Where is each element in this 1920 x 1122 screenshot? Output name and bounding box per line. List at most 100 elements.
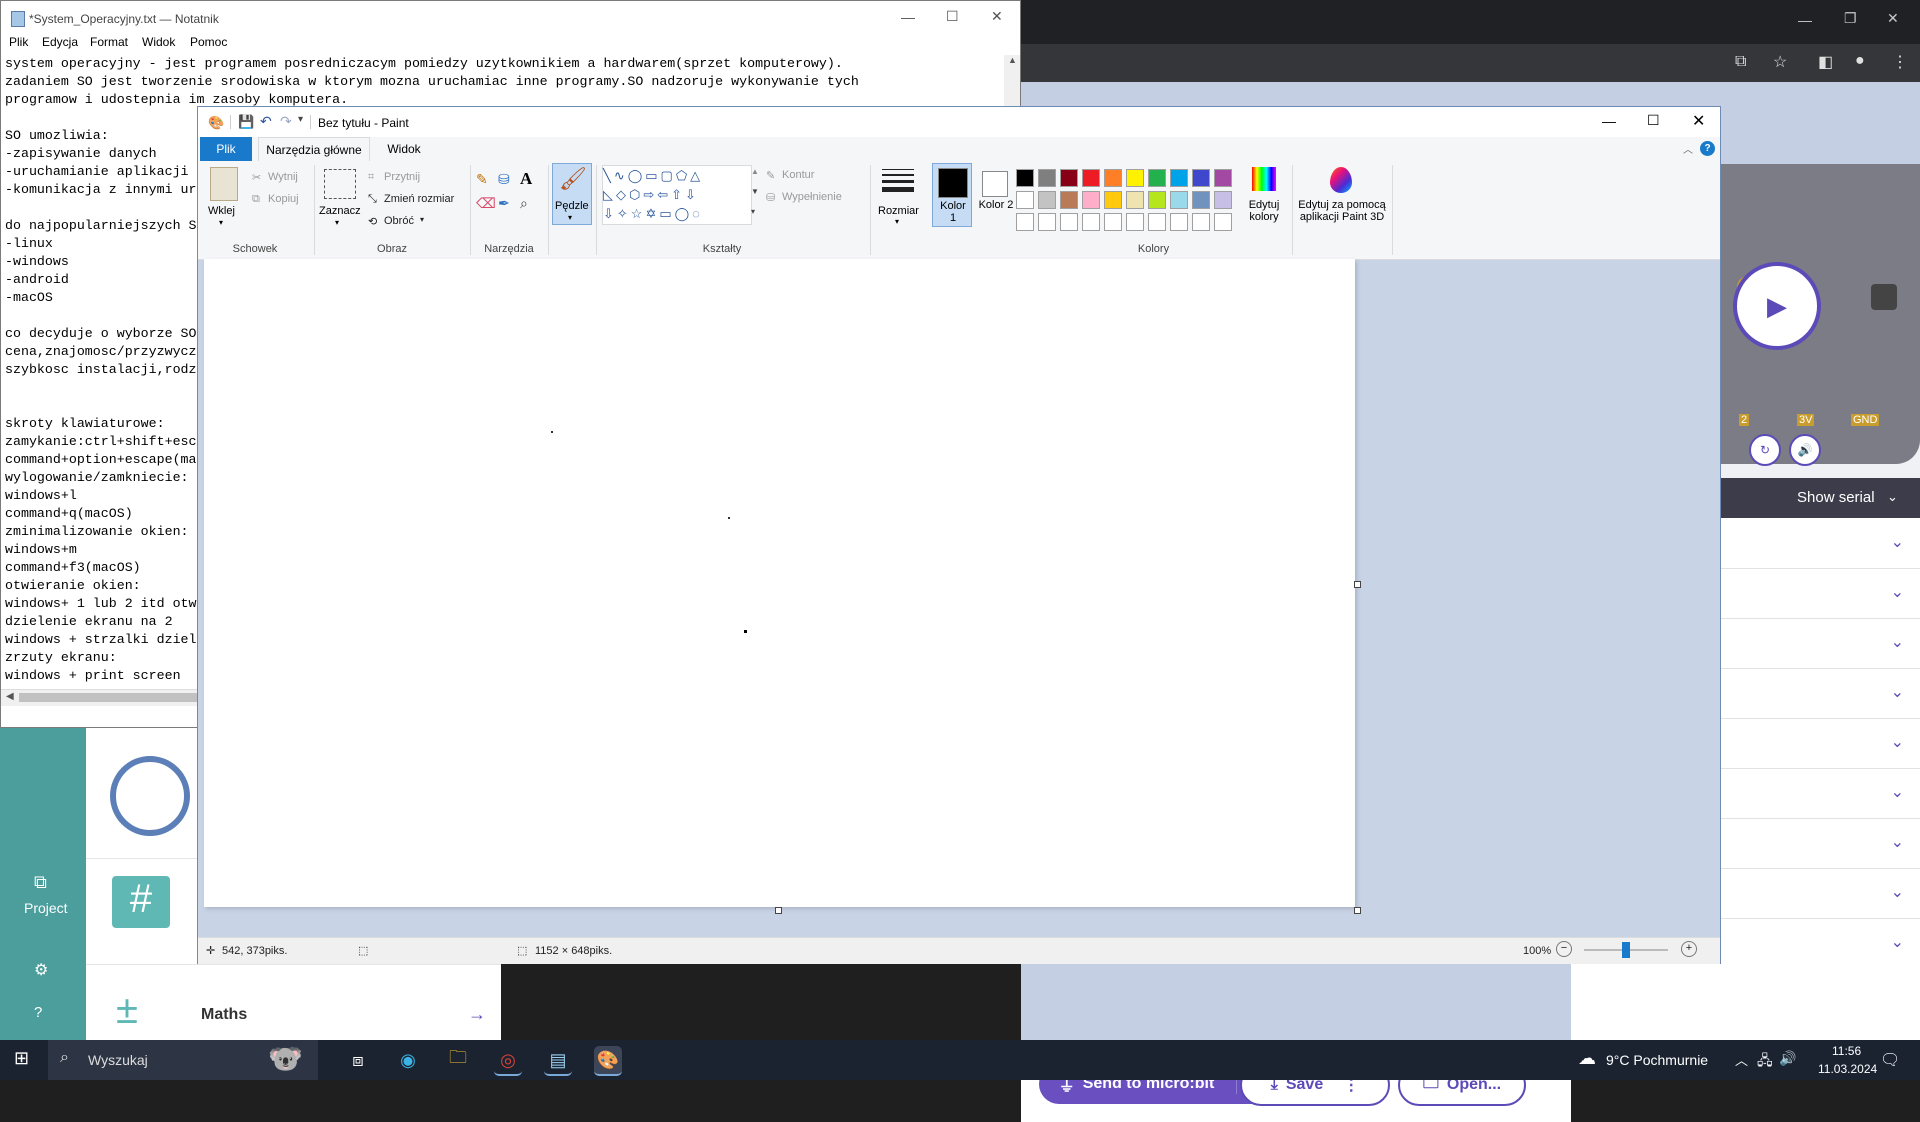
color-swatch[interactable] xyxy=(1082,169,1100,187)
resize-handle-right[interactable] xyxy=(1354,581,1361,588)
size-label[interactable]: Rozmiar xyxy=(878,205,919,217)
help-icon[interactable]: ? xyxy=(1700,141,1715,156)
maths-icon[interactable]: ± xyxy=(116,990,138,1030)
custom-color-slot[interactable] xyxy=(1104,213,1122,231)
paint-icon[interactable]: 🎨 xyxy=(594,1046,622,1076)
close-icon[interactable]: ✕ xyxy=(991,8,1003,25)
notepad-icon[interactable]: ▤ xyxy=(544,1046,572,1076)
color-swatch[interactable] xyxy=(1148,169,1166,187)
tab-narzedzia-glowne[interactable]: Narzędzia główne xyxy=(258,137,370,161)
minimize-icon[interactable]: — xyxy=(1602,113,1616,129)
color-swatch[interactable] xyxy=(1038,169,1056,187)
undo-icon[interactable]: ↶ xyxy=(260,113,272,130)
text-tool-icon[interactable]: A xyxy=(520,169,532,189)
project-icon[interactable]: ⧉ xyxy=(34,872,47,893)
hashtag-icon[interactable]: # xyxy=(112,876,170,928)
custom-color-slot[interactable] xyxy=(1170,213,1188,231)
task-view-icon[interactable]: ⧈ xyxy=(344,1046,372,1074)
quick-access-dropdown-icon[interactable]: ▾ xyxy=(298,114,303,125)
chrome-icon[interactable]: ◎ xyxy=(494,1046,522,1076)
scroll-up-icon[interactable]: ▲ xyxy=(751,167,759,176)
copy-label[interactable]: Kopiuj xyxy=(268,193,299,205)
loops-icon[interactable] xyxy=(110,756,190,836)
collapse-ribbon-icon[interactable]: ︿ xyxy=(1683,141,1693,156)
resize-handle-bottom[interactable] xyxy=(775,907,782,914)
chevron-down-icon[interactable]: ⌄ xyxy=(1891,782,1904,802)
color-swatch[interactable] xyxy=(1060,169,1078,187)
resize-icon[interactable]: ⤡ xyxy=(368,193,377,206)
custom-color-slot[interactable] xyxy=(1214,213,1232,231)
cut-label[interactable]: Wytnij xyxy=(268,171,298,183)
shapes-gallery[interactable]: ╲∿◯▭▢⬠△ ◺◇⬡⇨⇦⇧⇩ ⇩✧☆✡▭◯◌ xyxy=(602,165,752,225)
chevron-down-icon[interactable]: ⌄ xyxy=(1891,732,1904,752)
restore-icon[interactable]: ❐ xyxy=(1844,10,1857,27)
crop-icon[interactable]: ⌗ xyxy=(368,171,374,184)
chevron-down-icon[interactable]: ⌄ xyxy=(1891,882,1904,902)
chevron-down-icon[interactable]: ⌄ xyxy=(1891,932,1904,952)
cut-icon[interactable]: ✂ xyxy=(252,171,261,184)
zoom-in-button[interactable]: + xyxy=(1681,941,1697,957)
clock-date[interactable]: 11.03.2024 xyxy=(1818,1062,1877,1076)
edit-colors-button[interactable]: Edytuj kolory xyxy=(1240,165,1288,231)
chevron-down-icon[interactable]: ⌄ xyxy=(1891,532,1904,552)
settings-gear-icon[interactable]: ⚙ xyxy=(34,960,48,980)
fill-icon[interactable]: ⛁ xyxy=(766,191,775,204)
paste-label[interactable]: Wklej xyxy=(208,205,235,217)
select-icon[interactable] xyxy=(324,169,356,199)
color-swatch[interactable] xyxy=(1126,169,1144,187)
menu-widok[interactable]: Widok xyxy=(142,35,175,49)
scroll-up-icon[interactable]: ▲ xyxy=(1008,55,1017,65)
copy-icon[interactable]: ⧉ xyxy=(252,193,260,206)
custom-color-slot[interactable] xyxy=(1126,213,1144,231)
custom-color-slot[interactable] xyxy=(1192,213,1210,231)
network-icon[interactable]: 🖧 xyxy=(1757,1050,1773,1074)
project-label[interactable]: Project xyxy=(24,900,68,916)
custom-color-slot[interactable] xyxy=(1016,213,1034,231)
custom-color-slot[interactable] xyxy=(1060,213,1078,231)
translate-icon[interactable]: ⧉ xyxy=(1735,53,1746,71)
eraser-icon[interactable]: ⌫ xyxy=(476,195,496,212)
maximize-icon[interactable]: ☐ xyxy=(1647,112,1660,129)
color-swatch[interactable] xyxy=(1214,169,1232,187)
expand-gallery-icon[interactable]: ▾ xyxy=(751,207,755,216)
paste-icon[interactable] xyxy=(210,167,238,201)
volume-icon[interactable]: 🔊 xyxy=(1779,1050,1796,1067)
magnifier-icon[interactable]: ⌕ xyxy=(520,195,528,212)
color-swatch[interactable] xyxy=(1192,169,1210,187)
color-swatch[interactable] xyxy=(1170,169,1188,187)
custom-color-slot[interactable] xyxy=(1038,213,1056,231)
maths-label[interactable]: Maths xyxy=(201,1006,247,1024)
weather-text[interactable]: 9°C Pochmurnie xyxy=(1606,1052,1708,1068)
color-swatch[interactable] xyxy=(1170,191,1188,209)
minimize-icon[interactable]: — xyxy=(1798,12,1812,28)
tab-plik[interactable]: Plik xyxy=(200,137,252,161)
close-icon[interactable]: ✕ xyxy=(1887,10,1899,27)
restart-icon[interactable]: ↻ xyxy=(1749,434,1781,466)
bookmark-star-icon[interactable]: ☆ xyxy=(1773,52,1787,72)
color-swatch[interactable] xyxy=(1126,191,1144,209)
paint3d-button[interactable]: Edytuj za pomocą aplikacji Paint 3D xyxy=(1294,165,1390,235)
resize-handle-corner[interactable] xyxy=(1354,907,1361,914)
file-explorer-icon[interactable]: 🗀 xyxy=(444,1046,472,1074)
arrow-right-icon[interactable]: → xyxy=(468,1004,486,1025)
color-swatch[interactable] xyxy=(1016,191,1034,209)
drawing-canvas[interactable] xyxy=(204,259,1355,907)
resize-label[interactable]: Zmień rozmiar xyxy=(384,193,454,205)
close-icon[interactable]: ✕ xyxy=(1692,111,1705,131)
scroll-left-icon[interactable]: ◀ xyxy=(6,691,14,702)
chevron-down-icon[interactable]: ▾ xyxy=(335,218,339,227)
zoom-slider-thumb[interactable] xyxy=(1622,942,1630,958)
color-swatch[interactable] xyxy=(1192,191,1210,209)
color-swatch[interactable] xyxy=(1104,191,1122,209)
outline-label[interactable]: Kontur xyxy=(782,169,814,181)
rotate-label[interactable]: Obróć xyxy=(384,215,414,227)
custom-color-slot[interactable] xyxy=(1082,213,1100,231)
outline-icon[interactable]: ✎ xyxy=(766,169,775,182)
save-icon[interactable]: 💾 xyxy=(238,114,254,130)
color-swatch[interactable] xyxy=(1082,191,1100,209)
show-hidden-icons-icon[interactable]: ︿ xyxy=(1735,1050,1748,1069)
side-panel-icon[interactable]: ◧ xyxy=(1818,52,1833,72)
color-swatch[interactable] xyxy=(1148,191,1166,209)
microbit-button[interactable] xyxy=(1871,284,1897,310)
weather-cloud-icon[interactable]: ☁ xyxy=(1578,1048,1596,1069)
